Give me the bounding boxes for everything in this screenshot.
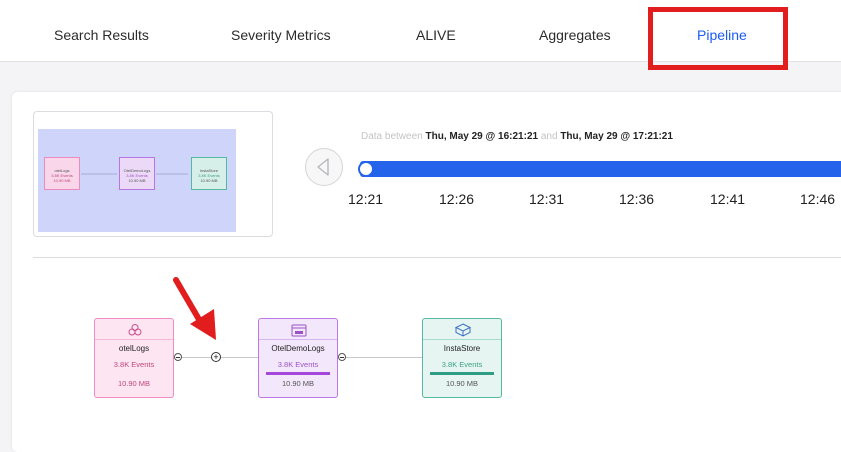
range-joiner: and [540,131,558,142]
node-events: 3.8K Events [113,360,155,369]
tab-alive[interactable]: ALIVE [416,27,456,43]
node-name: OtelDemoLogs [271,344,325,353]
minimap-node-size: 10.90 MB [53,178,71,183]
timeline-tick: 12:46 [800,191,836,207]
pipeline-connector [342,357,422,358]
timeline-track[interactable] [360,161,841,177]
pipeline-minimap[interactable]: otelLogs 3.8K Events 10.90 MB OtelDemoLo… [33,111,273,237]
tab-pipeline[interactable]: Pipeline [697,27,747,43]
node-progress-bar [430,372,494,375]
timeline-tick: 12:31 [529,191,565,207]
node-events: 3.8K Events [277,360,319,369]
minimap-canvas: otelLogs 3.8K Events 10.90 MB OtelDemoLo… [38,129,236,232]
pipeline-node-oteldemologs[interactable]: OtelDemoLogs 3.8K Events 10.90 MB [258,318,338,398]
minimap-node-size: 10.90 MB [128,178,146,183]
timeline-back-button[interactable] [305,148,343,186]
range-prefix: Data between [361,131,423,142]
node-events: 3.8K Events [441,360,483,369]
tab-search-results[interactable]: Search Results [54,27,149,43]
app-icon [291,324,307,337]
node-divider [95,339,173,340]
timeline-tick: 12:26 [439,191,475,207]
pipeline-node-instastore[interactable]: InstaStore 3.8K Events 10.90 MB [422,318,502,398]
minimap-node-otellogs: otelLogs 3.8K Events 10.90 MB [44,157,80,190]
play-reverse-icon [317,158,329,176]
node-name: InstaStore [443,344,481,353]
timeline-tick: 12:21 [348,191,384,207]
source-icon [128,324,142,336]
node-divider [423,339,501,340]
range-start: Thu, May 29 @ 16:21:21 [425,131,539,142]
tab-aggregates[interactable]: Aggregates [539,27,611,43]
node-name: otelLogs [118,344,150,353]
timeline-tick: 12:36 [619,191,655,207]
tab-bar: Search Results Severity Metrics ALIVE Ag… [0,0,841,62]
section-divider [33,257,841,258]
node-divider [259,339,337,340]
annotation-arrow-icon [173,277,216,340]
cube-icon [454,323,472,337]
timeline-handle[interactable] [358,161,374,177]
node-size: 10.90 MB [281,379,315,388]
node-size: 10.90 MB [445,379,479,388]
timeline-tick: 12:41 [710,191,746,207]
range-end: Thu, May 29 @ 17:21:21 [560,131,673,142]
tab-severity-metrics[interactable]: Severity Metrics [231,27,331,43]
node-progress-bar [266,372,330,375]
collapse-minus-icon[interactable] [338,353,346,361]
minimap-node-oteldemologs: OtelDemoLogs 3.8K Events 10.90 MB [119,157,155,190]
minimap-node-instastore: InstaStore 3.8K Events 10.90 MB [191,157,227,190]
time-range-label: Data between Thu, May 29 @ 16:21:21 and … [361,131,673,142]
node-size: 10.90 MB [117,379,151,388]
pipeline-node-otellogs[interactable]: otelLogs 3.8K Events 10.90 MB [94,318,174,398]
minimap-node-size: 10.90 MB [200,178,218,183]
